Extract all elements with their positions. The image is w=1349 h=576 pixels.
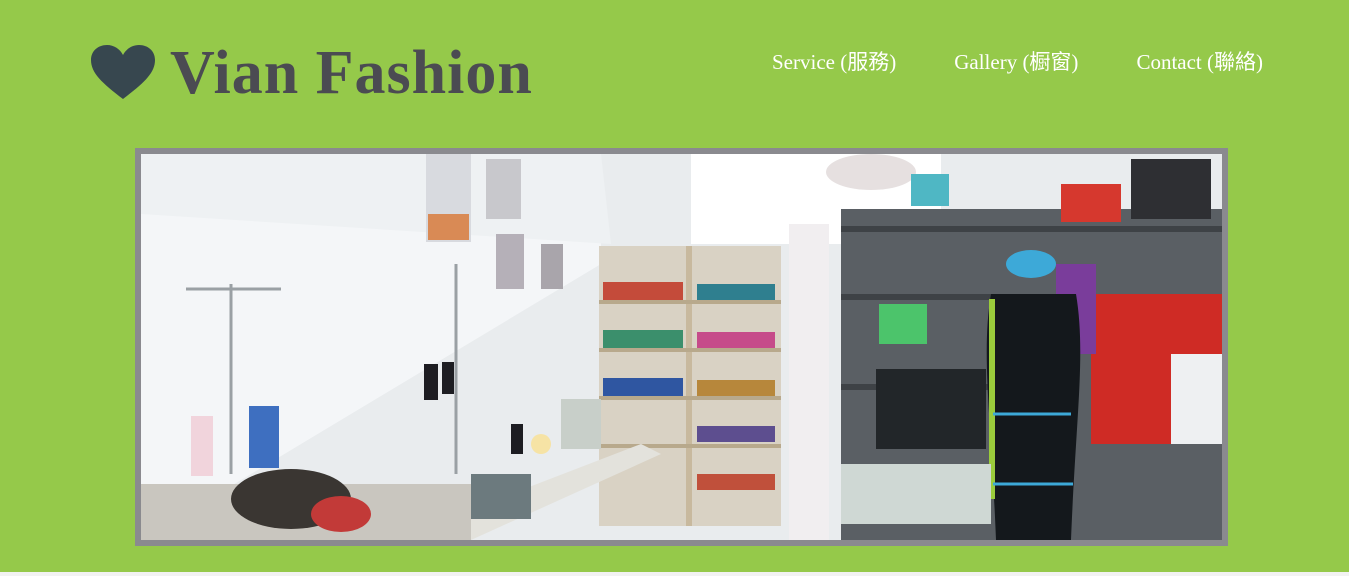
nav-gallery-link[interactable]: Gallery (橱窗) xyxy=(954,46,1078,76)
brand-name: Vian Fashion xyxy=(170,39,533,107)
workshop-photo xyxy=(141,154,1222,540)
hero-image xyxy=(135,148,1228,546)
main-nav: Service (服務) Gallery (橱窗) Contact (聯絡) xyxy=(772,46,1263,76)
footer-divider xyxy=(0,572,1349,576)
heart-icon xyxy=(91,45,155,99)
page: Vian Fashion Service (服務) Gallery (橱窗) C… xyxy=(0,0,1349,576)
site-logo[interactable]: Vian Fashion xyxy=(90,38,533,108)
nav-service-link[interactable]: Service (服務) xyxy=(772,46,896,76)
nav-contact-link[interactable]: Contact (聯絡) xyxy=(1136,46,1263,76)
